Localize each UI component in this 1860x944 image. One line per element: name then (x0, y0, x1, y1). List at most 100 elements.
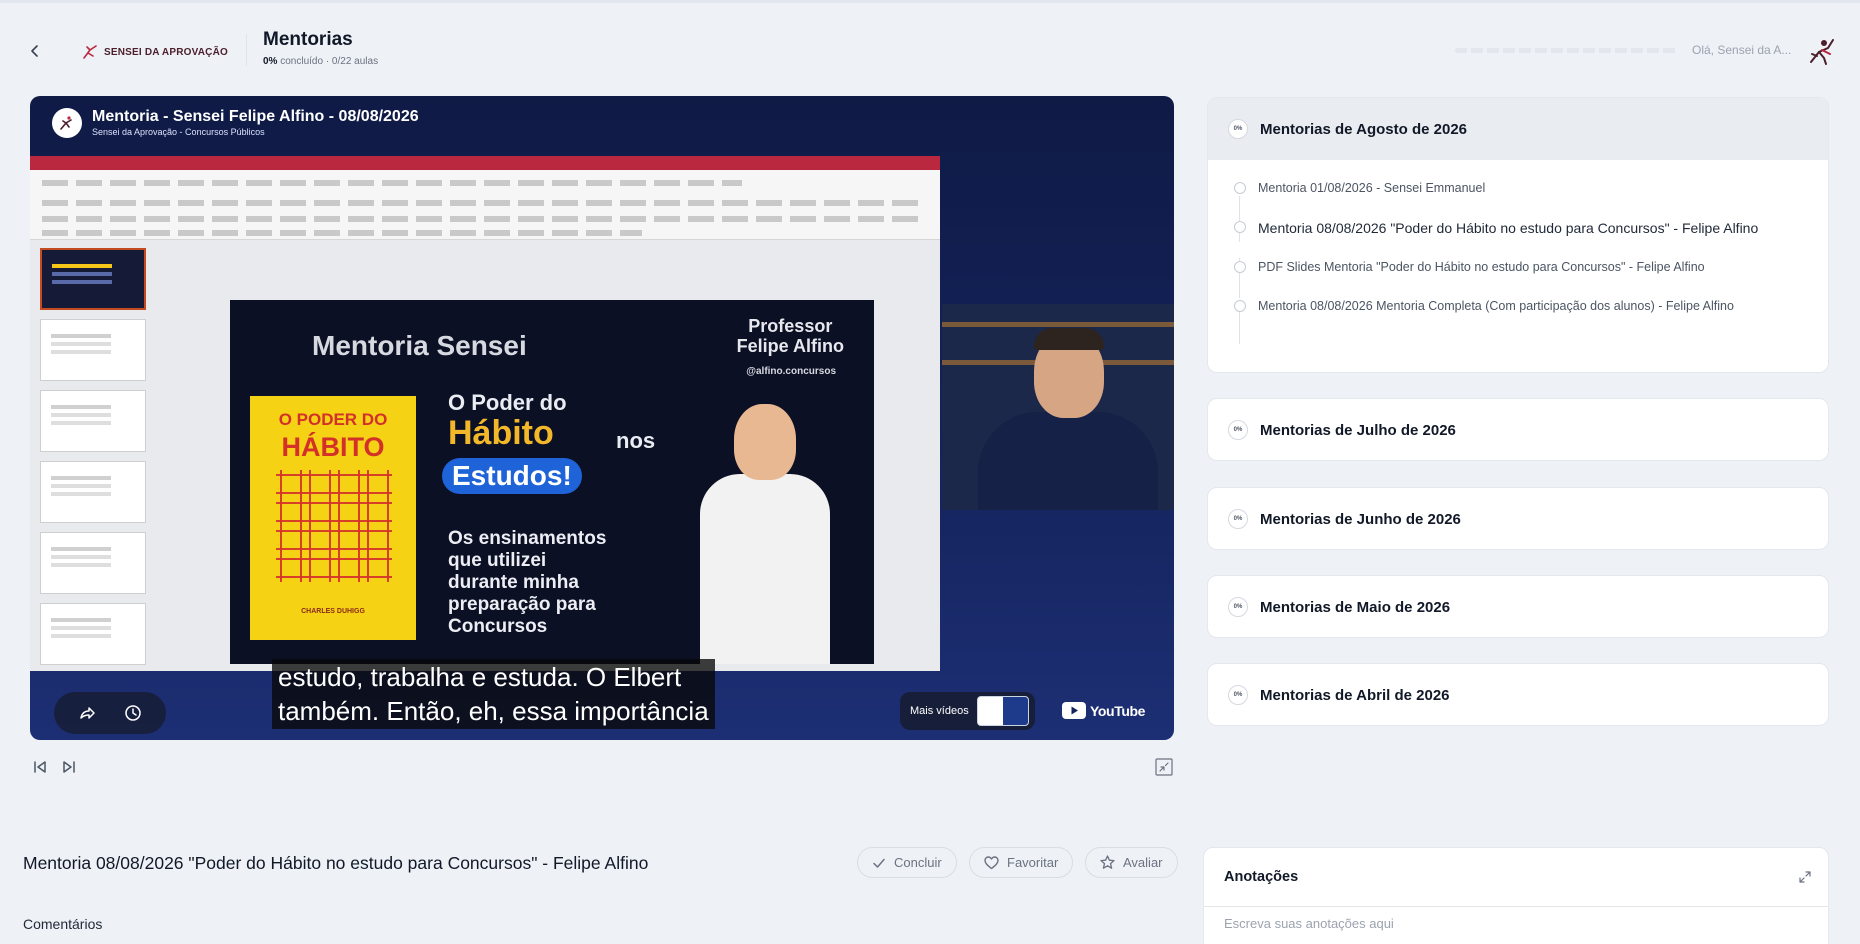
ppt-titlebar (30, 156, 940, 170)
loading-placeholder (1455, 48, 1677, 53)
previous-lesson-button[interactable] (29, 756, 51, 778)
progress-detail: concluído · 0/22 aulas (277, 56, 379, 67)
section-maio[interactable]: 0% Mentorias de Maio de 2026 (1207, 575, 1829, 638)
section-header[interactable]: 0% Mentorias de Maio de 2026 (1208, 576, 1828, 637)
lesson-title: Mentoria 08/08/2026 Mentoria Completa (C… (1258, 299, 1734, 313)
complete-label: Concluir (894, 855, 942, 870)
lesson-title: Mentoria 01/08/2026 - Sensei Emmanuel (1258, 181, 1486, 195)
lesson-status-dot (1234, 300, 1246, 312)
book-author: CHARLES DUHIGG (301, 608, 365, 615)
section-title: Mentorias de Abril de 2026 (1260, 686, 1450, 704)
page-title: Mentorias (263, 29, 353, 50)
complete-button[interactable]: Concluir (857, 847, 957, 878)
next-lesson-button[interactable] (58, 756, 80, 778)
lesson-item[interactable]: PDF Slides Mentoria "Poder do Hábito no … (1234, 259, 1804, 276)
section-junho[interactable]: 0% Mentorias de Junho de 2026 (1207, 487, 1829, 550)
ppt-ribbon (30, 170, 940, 240)
back-button[interactable] (22, 38, 48, 64)
lesson-list: Mentoria 01/08/2026 - Sensei Emmanuel Me… (1208, 160, 1828, 344)
more-videos-thumbnail (976, 696, 1029, 726)
slide-body-line: que utilizei (448, 550, 547, 571)
logo-icon (83, 45, 97, 59)
slide-professor-line1: Professor (748, 316, 833, 336)
user-greeting[interactable]: Olá, Sensei da A... (1692, 43, 1791, 57)
rate-button[interactable]: Avaliar (1085, 847, 1178, 878)
slide-body-line: Concursos (448, 616, 548, 637)
current-slide: Mentoria Sensei Professor Felipe Alfino @… (230, 300, 874, 664)
more-videos-label: Mais vídeos (910, 705, 969, 717)
book-figures (276, 470, 392, 582)
slide-body-line: preparação para (448, 594, 596, 615)
video-player[interactable]: Mentoria Sensei Professor Felipe Alfino @… (30, 96, 1174, 740)
slide-body-line: durante minha (448, 572, 579, 593)
section-header[interactable]: 0% Mentorias de Abril de 2026 (1208, 664, 1828, 725)
section-title: Mentorias de Maio de 2026 (1260, 598, 1451, 616)
section-progress-badge: 0% (1228, 509, 1248, 529)
section-header[interactable]: 0% Mentorias de Junho de 2026 (1208, 488, 1828, 549)
video-header: Mentoria - Sensei Felipe Alfino - 08/08/… (52, 108, 419, 138)
heart-icon (984, 855, 999, 869)
channel-avatar[interactable] (52, 108, 82, 138)
lesson-item[interactable]: Mentoria 08/08/2026 Mentoria Completa (C… (1234, 298, 1804, 315)
slide-body-line: Os ensinamentos (448, 528, 607, 549)
slide-line2-suffix: nos (616, 428, 656, 453)
youtube-link[interactable]: YouTube (1062, 702, 1145, 719)
favorite-label: Favoritar (1007, 855, 1059, 870)
lesson-status-dot (1234, 221, 1246, 233)
section-header[interactable]: 0% Mentorias de Julho de 2026 (1208, 399, 1828, 460)
favorite-button[interactable]: Favoritar (969, 847, 1074, 878)
book-cover: O PODER DO HÁBITO CHARLES DUHIGG (250, 396, 416, 640)
book-title-line2: HÁBITO (281, 432, 385, 462)
notes-panel: Anotações (1203, 847, 1829, 944)
star-icon (1100, 855, 1115, 869)
check-icon (873, 858, 885, 868)
section-abril[interactable]: 0% Mentorias de Abril de 2026 (1207, 663, 1829, 726)
share-icon (80, 707, 95, 719)
expand-notes-button[interactable] (1798, 870, 1812, 884)
section-progress-badge: 0% (1228, 597, 1248, 617)
expand-icon (1799, 871, 1811, 883)
section-progress-badge: 0% (1228, 119, 1248, 139)
slide-line1: O Poder do (448, 390, 567, 415)
section-title: Mentorias de Julho de 2026 (1260, 421, 1456, 439)
top-border (0, 0, 1860, 3)
slide-professor: Professor Felipe Alfino (737, 316, 844, 356)
lesson-title: PDF Slides Mentoria "Poder do Hábito no … (1258, 260, 1705, 274)
slide-professor-line2: Felipe Alfino (736, 336, 844, 356)
video-captions: estudo, trabalha e estuda. O Elbert tamb… (272, 659, 715, 729)
book-title-line1: O PODER DO (278, 410, 388, 429)
lesson-title: Mentoria 08/08/2026 "Poder do Hábito no … (1258, 220, 1759, 236)
notes-input[interactable] (1224, 916, 1804, 931)
slide-person-photo (700, 404, 830, 664)
slide-handle: @alfino.concursos (746, 366, 836, 377)
lesson-status-dot (1234, 182, 1246, 194)
more-videos-button[interactable]: Mais vídeos (900, 692, 1035, 730)
youtube-label: YouTube (1090, 702, 1146, 719)
notes-title: Anotações (1224, 869, 1299, 885)
logo-text: SENSEI DA APROVAÇÃO (104, 46, 229, 58)
watch-later-button[interactable] (120, 700, 146, 726)
section-progress-badge: 0% (1228, 420, 1248, 440)
progress-percent: 0% (263, 56, 278, 67)
caption-line: também. Então, eh, essa importância (278, 696, 709, 726)
header-divider (246, 34, 247, 66)
lesson-status-dot (1234, 261, 1246, 273)
user-avatar-icon (1810, 39, 1834, 65)
rate-label: Avaliar (1123, 855, 1163, 870)
slide-heading: Mentoria Sensei (312, 330, 527, 361)
video-title[interactable]: Mentoria - Sensei Felipe Alfino - 08/08/… (92, 108, 419, 126)
lesson-item-current[interactable]: Mentoria 08/08/2026 "Poder do Hábito no … (1234, 219, 1804, 237)
brand-logo[interactable]: SENSEI DA APROVAÇÃO (82, 44, 228, 60)
minimize-player-button[interactable] (1153, 756, 1175, 778)
section-agosto: 0% Mentorias de Agosto de 2026 Mentoria … (1207, 97, 1829, 373)
share-button[interactable] (74, 700, 100, 726)
channel-logo-icon (60, 116, 72, 130)
video-channel[interactable]: Sensei da Aprovação - Concursos Públicos (92, 126, 419, 138)
section-title: Mentorias de Junho de 2026 (1260, 510, 1461, 528)
youtube-icon (1062, 702, 1086, 719)
section-julho[interactable]: 0% Mentorias de Julho de 2026 (1207, 398, 1829, 461)
section-header[interactable]: 0% Mentorias de Agosto de 2026 (1208, 98, 1828, 160)
slide-badge: Estudos! (442, 458, 582, 494)
lesson-item[interactable]: Mentoria 01/08/2026 - Sensei Emmanuel (1234, 180, 1804, 197)
user-avatar[interactable] (1806, 36, 1836, 66)
